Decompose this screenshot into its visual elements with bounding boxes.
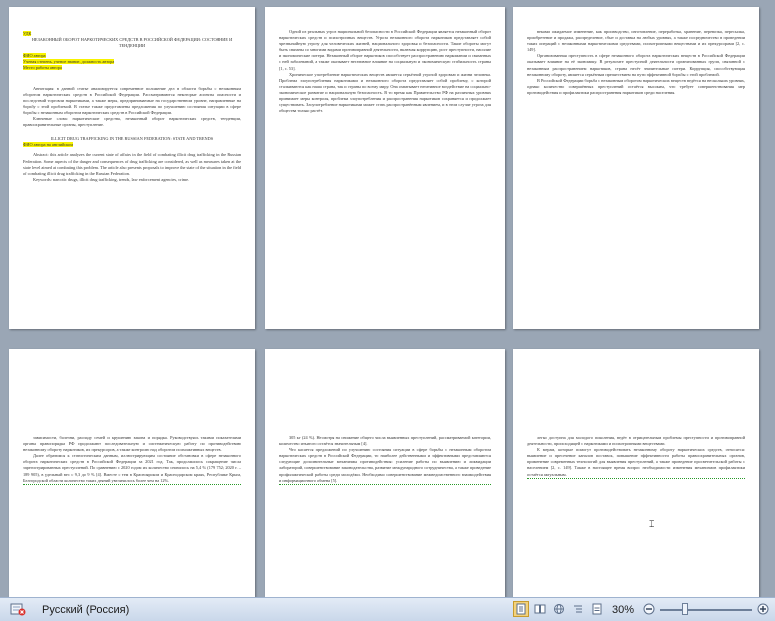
keywords-ru: Ключевые слова: наркотические средства, … — [23, 116, 241, 128]
page-4-text: зависимости, болезни, распаду семей и кр… — [23, 435, 241, 485]
author-place: Место работы автора — [23, 65, 62, 71]
page-2-paragraph-1: Одной из реальных угроз национальной без… — [279, 29, 491, 71]
page-3-text: веками ожидаемое изменение, как производ… — [527, 29, 745, 96]
page-4[interactable]: зависимости, болезни, распаду семей и кр… — [9, 349, 255, 597]
print-layout-view-icon[interactable] — [513, 601, 529, 617]
zoom-slider-thumb[interactable] — [682, 603, 688, 615]
page-1-text: УДК НЕЗАКОННЫЙ ОБОРОТ НАРКОТИЧЕСКИХ СРЕД… — [23, 31, 241, 183]
page-6-paragraph-2: К мерам, которые помогут противодействов… — [527, 447, 745, 479]
page-2-text: Одной из реальных угроз национальной без… — [279, 29, 491, 114]
page-4-paragraph-1: зависимости, болезни, распаду семей и кр… — [23, 435, 241, 453]
page-6-paragraph-1: легко доступна для молодого поколения, в… — [527, 435, 745, 447]
page-5-paragraph-2: Что касается предложений по улучшению со… — [279, 447, 491, 485]
abstract-ru: Аннотация: в данной статье анализируется… — [23, 85, 241, 115]
page-6-text: легко доступна для молодого поколения, в… — [527, 435, 745, 479]
zoom-out-icon[interactable] — [641, 601, 657, 617]
page-3-paragraph-3: В Российской Федерации борьба с незаконн… — [527, 77, 746, 95]
page-3[interactable]: веками ожидаемое изменение, как производ… — [513, 7, 759, 329]
document-workspace[interactable]: УДК НЕЗАКОННЫЙ ОБОРОТ НАРКОТИЧЕСКИХ СРЕД… — [0, 0, 775, 597]
page-1[interactable]: УДК НЕЗАКОННЫЙ ОБОРОТ НАРКОТИЧЕСКИХ СРЕД… — [9, 7, 255, 329]
page-4-paragraph-2: Далее обратимся к статистическим данным,… — [23, 453, 241, 485]
page-5-paragraph-1: 305 кг (24 %). Несмотря на снижение обще… — [279, 435, 491, 447]
page-5-text: 305 кг (24 %). Несмотря на снижение обще… — [279, 435, 491, 485]
page-2-paragraph-2: Хроническое употребление наркотических в… — [279, 71, 491, 114]
page-5[interactable]: 305 кг (24 %). Несмотря на снижение обще… — [265, 349, 505, 597]
zoom-slider[interactable] — [660, 609, 752, 611]
page-3-paragraph-1: веками ожидаемое изменение, как производ… — [527, 29, 745, 53]
full-screen-reading-view-icon[interactable] — [532, 601, 548, 617]
outline-view-icon[interactable] — [570, 601, 586, 617]
udk-label: УДК — [23, 31, 32, 36]
page-2[interactable]: Одной из реальных угроз национальной без… — [265, 7, 505, 329]
author-name: ФИО автора — [23, 53, 46, 59]
author-degree: Ученая степень, ученое звание, должность… — [23, 59, 115, 65]
language-indicator[interactable]: Русский (Россия) — [42, 598, 129, 621]
abstract-en: Abstract: this article analyzes the curr… — [23, 152, 241, 176]
proofing-errors-icon[interactable] — [10, 601, 26, 617]
author-name-en: ФИО автора на английском — [23, 142, 73, 148]
keywords-en: Keywords: narcotic drugs, illicit drug t… — [33, 176, 190, 182]
status-bar: Русский (Россия) 30% — [0, 597, 775, 621]
article-title: НЕЗАКОННЫЙ ОБОРОТ НАРКОТИЧЕСКИХ СРЕДСТВ … — [31, 37, 233, 49]
page-6[interactable]: легко доступна для молодого поколения, в… — [513, 349, 759, 597]
draft-view-icon[interactable] — [589, 601, 605, 617]
page-3-paragraph-2: Организованная преступность в сфере неза… — [527, 53, 745, 77]
text-cursor-icon: ⌶ — [649, 519, 655, 529]
web-layout-view-icon[interactable] — [551, 601, 567, 617]
zoom-level[interactable]: 30% — [612, 598, 634, 621]
zoom-in-icon[interactable] — [755, 601, 771, 617]
